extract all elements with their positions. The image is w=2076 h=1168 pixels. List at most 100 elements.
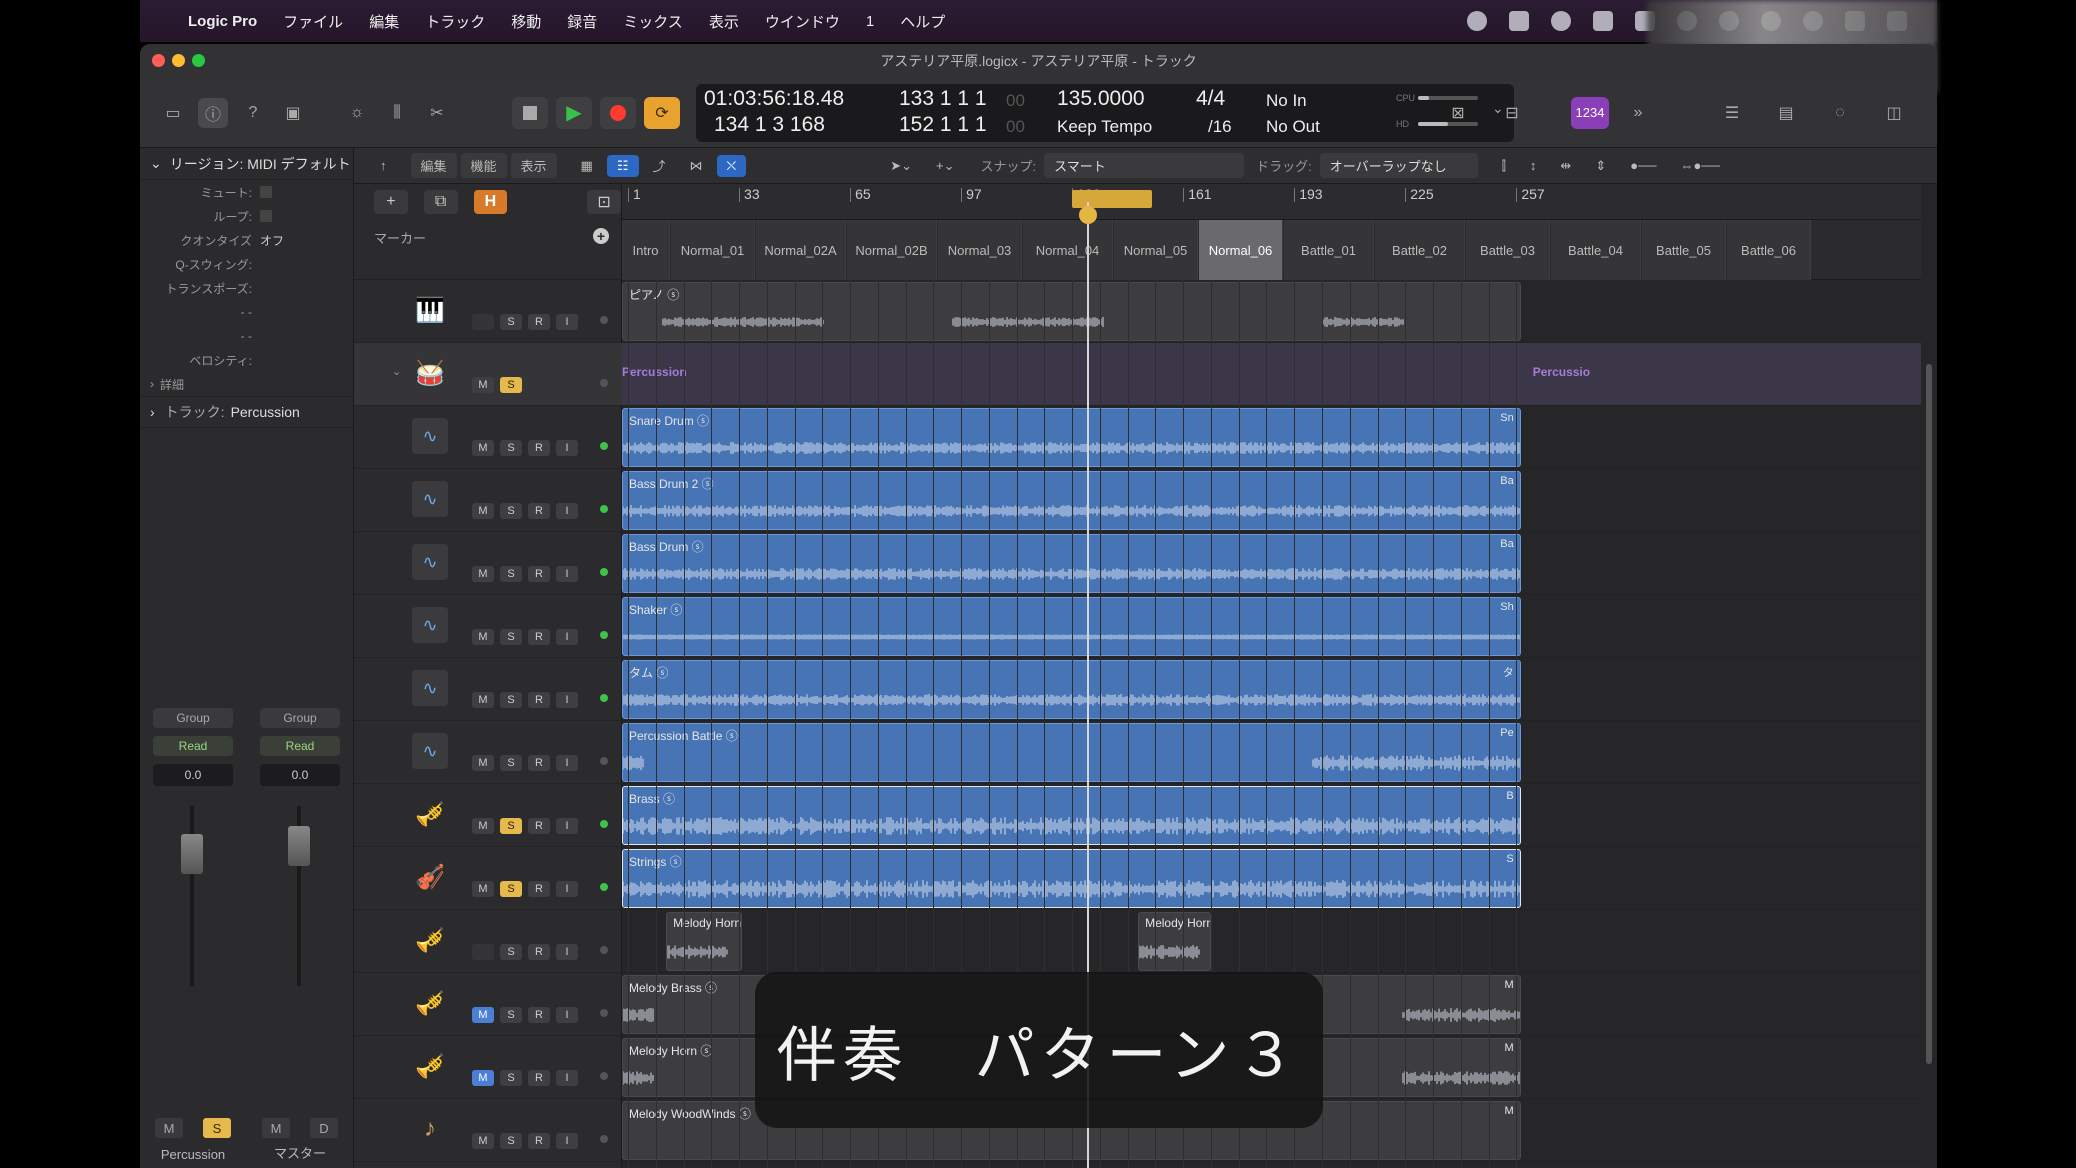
track-lane[interactable]: Brass ⓢ B	[622, 784, 1921, 847]
volume-fader[interactable]	[250, 806, 350, 986]
tuner-icon[interactable]: ⊟	[1497, 98, 1527, 128]
track-header-melody-brass[interactable]: 🎺 M S R I	[354, 973, 622, 1036]
scrollbar-thumb[interactable]	[1926, 364, 1932, 1064]
trumpet-icon[interactable]: 🎺	[412, 796, 448, 832]
menu-1[interactable]: 1	[866, 13, 874, 30]
marker-normal-05[interactable]: Normal_05	[1114, 220, 1198, 280]
solo-button[interactable]: S	[500, 440, 522, 456]
editors-icon[interactable]: ✂	[422, 98, 452, 128]
drag-select[interactable]: オーバーラップなし	[1319, 153, 1478, 178]
track-lane[interactable]: Melody Horn.1 Melody Horn.2	[622, 910, 1921, 973]
record-enable-button[interactable]: R	[528, 944, 550, 960]
automation-icon[interactable]: ⤴	[643, 153, 676, 178]
cycle-range[interactable]	[1072, 190, 1152, 208]
track-header-shaker[interactable]: ∿ M S R I	[354, 595, 622, 658]
record-enable-button[interactable]: R	[528, 818, 550, 834]
marker-normal-01[interactable]: Normal_01	[671, 220, 755, 280]
track-header-melodv-odwinds[interactable]: ♪ M S R I	[354, 1099, 622, 1162]
cat-status-icon[interactable]	[1551, 11, 1571, 31]
add-marker-button[interactable]: +	[593, 228, 609, 244]
horn-icon[interactable]: 🎺	[412, 922, 448, 958]
marker-battle-03[interactable]: Battle_03	[1466, 220, 1550, 280]
horizontal-zoom-slider[interactable]: ⇔●──	[1671, 155, 1730, 176]
track-lane[interactable]: Bass Drum 2 ⓢ Ba	[622, 469, 1921, 532]
solo-button[interactable]: S	[500, 1070, 522, 1086]
pointer-tool-icon[interactable]: ➤⌄	[880, 155, 922, 177]
solo-button[interactable]: S	[500, 755, 522, 771]
lcd-display[interactable]: 01:03:56:18.48 133 1 1 1 00 135.0000 4/4…	[696, 83, 1514, 142]
inspector-row-loop[interactable]: ループ:	[140, 204, 353, 228]
input-monitor-button[interactable]: I	[556, 1133, 578, 1149]
record-enable-button[interactable]: R	[528, 1007, 550, 1023]
notepad-icon[interactable]: ▤	[1771, 98, 1801, 128]
input-monitor-button[interactable]: I	[556, 440, 578, 456]
audio-region[interactable]: Melody Horn.2	[1138, 912, 1211, 971]
track-header-snare-drum[interactable]: ∿ M S R I	[354, 406, 622, 469]
marker-battle-02[interactable]: Battle_02	[1375, 220, 1465, 280]
track-header-percussion[interactable]: ⌄ 🥁 M S	[354, 343, 622, 406]
fader-knob[interactable]	[181, 834, 203, 874]
browser-icon[interactable]: ◫	[1879, 98, 1909, 128]
mute-button[interactable]: M	[472, 818, 494, 834]
record-enable-button[interactable]: R	[528, 503, 550, 519]
track-header-melody-horn[interactable]: 🎺 M S R I	[354, 1036, 622, 1099]
play-button[interactable]: ▶	[556, 96, 592, 129]
toolbar-icon[interactable]: ▣	[278, 98, 308, 128]
inspector-details-row[interactable]: › 詳細	[140, 372, 353, 396]
track-lane[interactable]: Percussion Battle ⓢ Pe	[622, 721, 1921, 784]
input-monitor-button[interactable]: I	[556, 881, 578, 897]
solo-button[interactable]: S	[500, 881, 522, 897]
menu-edit[interactable]: 編集	[369, 11, 399, 32]
mute-button[interactable]: M	[472, 881, 494, 897]
audio-waveform-icon[interactable]: ∿	[412, 544, 448, 580]
mute-button[interactable]: M	[262, 1118, 290, 1138]
menu-app-name[interactable]: Logic Pro	[188, 13, 257, 30]
record-enable-button[interactable]: R	[528, 629, 550, 645]
add-track-button[interactable]: +	[374, 190, 408, 214]
audio-waveform-icon[interactable]: ∿	[412, 733, 448, 769]
menu-record[interactable]: 録音	[567, 11, 597, 32]
track-lane[interactable]: Bass Drum ⓢ Ba	[622, 532, 1921, 595]
trumpet-icon[interactable]: 🎺	[412, 985, 448, 1021]
input-monitor-button[interactable]: I	[556, 503, 578, 519]
menu-navigate[interactable]: 移動	[511, 11, 541, 32]
record-enable-button[interactable]: R	[528, 440, 550, 456]
record-enable-button[interactable]: R	[528, 1133, 550, 1149]
duplicate-track-button[interactable]: ⧉	[423, 190, 458, 214]
inspector-row-quantize[interactable]: クオンタイズ オフ	[140, 228, 353, 252]
input-monitor-button[interactable]: I	[556, 944, 578, 960]
stop-button[interactable]	[512, 96, 548, 129]
volume-readout[interactable]: 0.0	[153, 764, 233, 786]
audio-waveform-icon[interactable]: ∿	[412, 670, 448, 706]
input-monitor-button[interactable]: I	[556, 629, 578, 645]
record-status-icon[interactable]	[1467, 11, 1487, 31]
audio-waveform-icon[interactable]: ∿	[412, 481, 448, 517]
hide-tracks-button[interactable]: H	[473, 190, 508, 214]
waveform-zoom-icon[interactable]: ⫿	[1492, 155, 1516, 177]
input-monitor-button[interactable]: I	[556, 692, 578, 708]
more-icon[interactable]: »	[1623, 98, 1653, 128]
track-header-bass-drum-2[interactable]: ∿ M S R I	[354, 469, 622, 532]
minimize-window-button[interactable]	[172, 54, 185, 67]
solo-button[interactable]: S	[500, 566, 522, 582]
catch-icon[interactable]: ⛌	[716, 154, 747, 177]
automation-read-button[interactable]: Read	[260, 736, 340, 756]
inspector-row-mute[interactable]: ミュート:	[140, 180, 353, 204]
mute-button[interactable]: M	[472, 1007, 494, 1023]
marker-normal-02b[interactable]: Normal_02B	[847, 220, 937, 280]
group-button[interactable]: Group	[153, 708, 233, 728]
grid-view-icon[interactable]: ▦	[571, 155, 603, 177]
woodwind-icon[interactable]: ♪	[412, 1111, 448, 1147]
record-enable-button[interactable]: R	[528, 314, 550, 330]
horn-icon[interactable]: 🎺	[412, 1048, 448, 1084]
automation-read-button[interactable]: Read	[153, 736, 233, 756]
menu-track[interactable]: トラック	[425, 11, 485, 32]
track-header-melody-tmp[interactable]: 🎺 S R I	[354, 910, 622, 973]
marker-normal-06[interactable]: Normal_06	[1199, 220, 1283, 280]
record-enable-button[interactable]: R	[528, 1070, 550, 1086]
solo-button[interactable]: S	[500, 1133, 522, 1149]
violin-icon[interactable]: 🎻	[412, 859, 448, 895]
region-inspector-header[interactable]: ⌄ リージョン: MIDI デフォルト	[140, 148, 353, 180]
track-lane[interactable]: Strings ⓢ S	[622, 847, 1921, 910]
solo-button[interactable]: S	[500, 503, 522, 519]
